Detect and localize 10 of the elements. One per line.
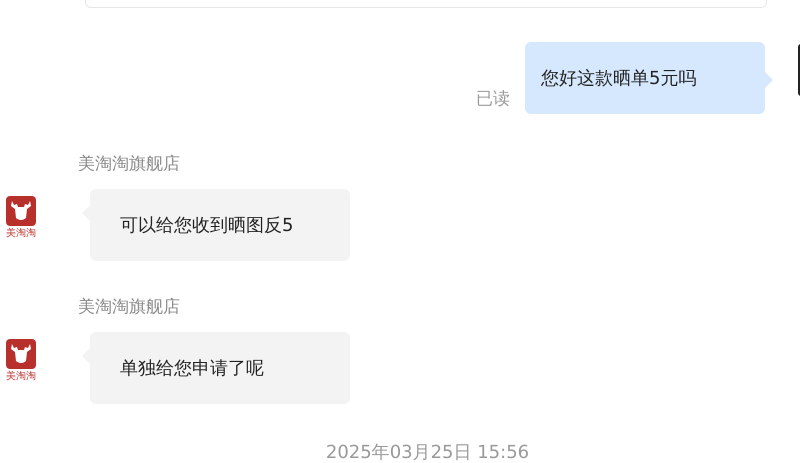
sender-name: 美淘淘旗舰店: [78, 153, 181, 175]
message-bubble: 单独给您申请了呢: [90, 332, 350, 404]
timestamp: 2025年03月25日 15:56: [326, 442, 530, 463]
message-bubble: 您好这款晒单5元吗: [525, 42, 765, 114]
message-bubble: 可以给您收到晒图反5: [90, 189, 350, 261]
bubble-tail: [765, 72, 773, 88]
read-status: 已读: [476, 88, 510, 110]
avatar-label: 美淘淘: [6, 370, 36, 383]
sender-name: 美淘淘旗舰店: [78, 296, 181, 318]
avatar-label: 美淘淘: [6, 226, 36, 240]
